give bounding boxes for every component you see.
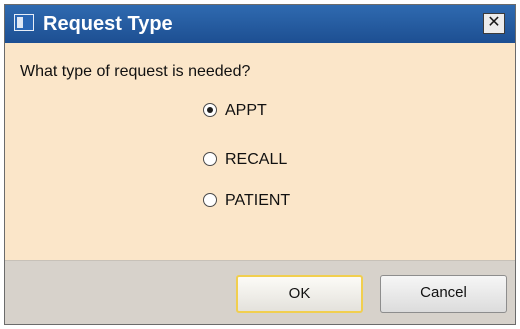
question-label: What type of request is needed? <box>20 63 251 80</box>
radio-patient[interactable] <box>203 193 217 207</box>
ok-button[interactable]: OK <box>236 275 363 313</box>
cancel-button[interactable]: Cancel <box>380 275 507 313</box>
radio-appt[interactable] <box>203 103 217 117</box>
radio-recall[interactable] <box>203 152 217 166</box>
button-bar: OK Cancel <box>5 260 515 324</box>
request-type-dialog: Request Type ✕ What type of request is n… <box>4 4 516 325</box>
dialog-content: What type of request is needed? APPT REC… <box>5 43 515 260</box>
option-recall-label[interactable]: RECALL <box>225 150 287 170</box>
close-button[interactable]: ✕ <box>483 13 505 34</box>
title-bar[interactable]: Request Type ✕ <box>5 5 515 43</box>
option-appt-label[interactable]: APPT <box>225 101 267 121</box>
option-patient-label[interactable]: PATIENT <box>225 191 290 211</box>
close-icon: ✕ <box>487 14 501 31</box>
window-app-icon <box>14 14 34 31</box>
dialog-title: Request Type <box>43 13 173 35</box>
